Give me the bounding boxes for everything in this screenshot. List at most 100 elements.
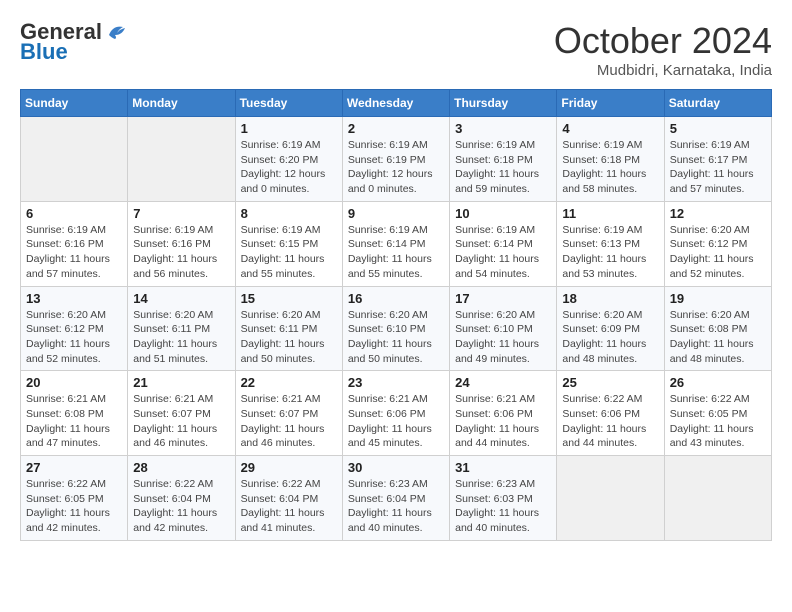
calendar-week-3: 13 Sunrise: 6:20 AM Sunset: 6:12 PM Dayli…	[21, 286, 772, 371]
day-number: 22	[241, 375, 337, 390]
calendar-cell: 12Sunrise: 6:20 AM Sunset: 6:12 PM Dayli…	[664, 201, 771, 286]
day-info: Sunrise: 6:20 AM Sunset: 6:11 PM Dayligh…	[241, 308, 337, 367]
calendar-cell: 21 Sunrise: 6:21 AM Sunset: 6:07 PM Dayli…	[128, 371, 235, 456]
day-info: Sunrise: 6:21 AM Sunset: 6:08 PM Dayligh…	[26, 392, 122, 451]
logo-bird-icon	[105, 21, 127, 43]
calendar-cell: 31Sunrise: 6:23 AM Sunset: 6:03 PM Dayli…	[450, 456, 557, 541]
day-number: 20	[26, 375, 122, 390]
day-number: 26	[670, 375, 766, 390]
day-number: 4	[562, 121, 658, 136]
page-header: General Blue October 2024 Mudbidri, Karn…	[20, 20, 772, 79]
day-info: Sunrise: 6:22 AM Sunset: 6:05 PM Dayligh…	[26, 477, 122, 536]
day-info: Sunrise: 6:19 AM Sunset: 6:16 PM Dayligh…	[26, 223, 122, 282]
day-info: Sunrise: 6:20 AM Sunset: 6:10 PM Dayligh…	[348, 308, 444, 367]
calendar-cell: 11Sunrise: 6:19 AM Sunset: 6:13 PM Dayli…	[557, 201, 664, 286]
day-number: 25	[562, 375, 658, 390]
calendar-cell: 10Sunrise: 6:19 AM Sunset: 6:14 PM Dayli…	[450, 201, 557, 286]
day-number: 29	[241, 460, 337, 475]
calendar-cell: 6 Sunrise: 6:19 AM Sunset: 6:16 PM Daylig…	[21, 201, 128, 286]
day-number: 2	[348, 121, 444, 136]
calendar-cell: 7 Sunrise: 6:19 AM Sunset: 6:16 PM Daylig…	[128, 201, 235, 286]
day-number: 8	[241, 206, 337, 221]
location: Mudbidri, Karnataka, India	[554, 62, 772, 79]
day-number: 18	[562, 291, 658, 306]
day-number: 7	[133, 206, 229, 221]
calendar-cell: 9 Sunrise: 6:19 AM Sunset: 6:14 PM Daylig…	[342, 201, 449, 286]
day-info: Sunrise: 6:19 AM Sunset: 6:19 PM Dayligh…	[348, 138, 444, 197]
calendar-cell: 14 Sunrise: 6:20 AM Sunset: 6:11 PM Dayli…	[128, 286, 235, 371]
day-info: Sunrise: 6:19 AM Sunset: 6:13 PM Dayligh…	[562, 223, 658, 282]
day-number: 14	[133, 291, 229, 306]
calendar-cell: 18 Sunrise: 6:20 AM Sunset: 6:09 PM Dayli…	[557, 286, 664, 371]
day-info: Sunrise: 6:19 AM Sunset: 6:16 PM Dayligh…	[133, 223, 229, 282]
month-title: October 2024	[554, 20, 772, 62]
calendar-cell: 8 Sunrise: 6:19 AM Sunset: 6:15 PM Daylig…	[235, 201, 342, 286]
day-number: 1	[241, 121, 337, 136]
day-info: Sunrise: 6:21 AM Sunset: 6:07 PM Dayligh…	[241, 392, 337, 451]
day-number: 23	[348, 375, 444, 390]
calendar-cell: 5 Sunrise: 6:19 AM Sunset: 6:17 PM Daylig…	[664, 117, 771, 202]
logo-blue: Blue	[20, 40, 68, 64]
calendar-cell: 13 Sunrise: 6:20 AM Sunset: 6:12 PM Dayli…	[21, 286, 128, 371]
calendar-cell: 15 Sunrise: 6:20 AM Sunset: 6:11 PM Dayli…	[235, 286, 342, 371]
calendar-cell: 20 Sunrise: 6:21 AM Sunset: 6:08 PM Dayli…	[21, 371, 128, 456]
day-info: Sunrise: 6:20 AM Sunset: 6:12 PM Dayligh…	[26, 308, 122, 367]
day-info: Sunrise: 6:21 AM Sunset: 6:07 PM Dayligh…	[133, 392, 229, 451]
day-number: 30	[348, 460, 444, 475]
calendar-cell: 24 Sunrise: 6:21 AM Sunset: 6:06 PM Dayli…	[450, 371, 557, 456]
calendar-cell	[128, 117, 235, 202]
day-number: 10	[455, 206, 551, 221]
day-info: Sunrise: 6:19 AM Sunset: 6:18 PM Dayligh…	[562, 138, 658, 197]
calendar-cell: 29 Sunrise: 6:22 AM Sunset: 6:04 PM Dayli…	[235, 456, 342, 541]
weekday-header-sunday: Sunday	[21, 90, 128, 117]
weekday-header-monday: Monday	[128, 90, 235, 117]
calendar-cell	[664, 456, 771, 541]
day-info: Sunrise: 6:19 AM Sunset: 6:17 PM Dayligh…	[670, 138, 766, 197]
day-info: Sunrise: 6:19 AM Sunset: 6:14 PM Dayligh…	[348, 223, 444, 282]
logo: General Blue	[20, 20, 127, 64]
weekday-header-friday: Friday	[557, 90, 664, 117]
day-info: Sunrise: 6:20 AM Sunset: 6:08 PM Dayligh…	[670, 308, 766, 367]
day-number: 13	[26, 291, 122, 306]
day-info: Sunrise: 6:22 AM Sunset: 6:04 PM Dayligh…	[241, 477, 337, 536]
calendar-cell: 3 Sunrise: 6:19 AM Sunset: 6:18 PM Daylig…	[450, 117, 557, 202]
day-number: 19	[670, 291, 766, 306]
day-number: 6	[26, 206, 122, 221]
calendar-week-5: 27 Sunrise: 6:22 AM Sunset: 6:05 PM Dayli…	[21, 456, 772, 541]
weekday-header-thursday: Thursday	[450, 90, 557, 117]
day-info: Sunrise: 6:22 AM Sunset: 6:06 PM Dayligh…	[562, 392, 658, 451]
weekday-header-tuesday: Tuesday	[235, 90, 342, 117]
day-info: Sunrise: 6:19 AM Sunset: 6:15 PM Dayligh…	[241, 223, 337, 282]
calendar-cell: 23 Sunrise: 6:21 AM Sunset: 6:06 PM Dayli…	[342, 371, 449, 456]
day-info: Sunrise: 6:19 AM Sunset: 6:18 PM Dayligh…	[455, 138, 551, 197]
calendar-cell: 4 Sunrise: 6:19 AM Sunset: 6:18 PM Daylig…	[557, 117, 664, 202]
day-number: 28	[133, 460, 229, 475]
day-number: 3	[455, 121, 551, 136]
day-info: Sunrise: 6:20 AM Sunset: 6:10 PM Dayligh…	[455, 308, 551, 367]
day-number: 5	[670, 121, 766, 136]
day-number: 12	[670, 206, 766, 221]
calendar-cell: 25 Sunrise: 6:22 AM Sunset: 6:06 PM Dayli…	[557, 371, 664, 456]
day-number: 21	[133, 375, 229, 390]
calendar-cell: 16 Sunrise: 6:20 AM Sunset: 6:10 PM Dayli…	[342, 286, 449, 371]
day-info: Sunrise: 6:19 AM Sunset: 6:20 PM Dayligh…	[241, 138, 337, 197]
calendar-cell: 2 Sunrise: 6:19 AM Sunset: 6:19 PM Daylig…	[342, 117, 449, 202]
day-info: Sunrise: 6:21 AM Sunset: 6:06 PM Dayligh…	[348, 392, 444, 451]
day-number: 15	[241, 291, 337, 306]
day-info: Sunrise: 6:23 AM Sunset: 6:04 PM Dayligh…	[348, 477, 444, 536]
calendar-table: SundayMondayTuesdayWednesdayThursdayFrid…	[20, 89, 772, 541]
day-info: Sunrise: 6:20 AM Sunset: 6:09 PM Dayligh…	[562, 308, 658, 367]
calendar-cell: 28Sunrise: 6:22 AM Sunset: 6:04 PM Dayli…	[128, 456, 235, 541]
day-number: 9	[348, 206, 444, 221]
day-number: 24	[455, 375, 551, 390]
day-info: Sunrise: 6:21 AM Sunset: 6:06 PM Dayligh…	[455, 392, 551, 451]
calendar-cell	[557, 456, 664, 541]
day-info: Sunrise: 6:22 AM Sunset: 6:05 PM Dayligh…	[670, 392, 766, 451]
weekday-header-wednesday: Wednesday	[342, 90, 449, 117]
day-number: 31	[455, 460, 551, 475]
day-number: 27	[26, 460, 122, 475]
calendar-week-2: 6 Sunrise: 6:19 AM Sunset: 6:16 PM Daylig…	[21, 201, 772, 286]
day-number: 17	[455, 291, 551, 306]
day-number: 16	[348, 291, 444, 306]
day-info: Sunrise: 6:20 AM Sunset: 6:11 PM Dayligh…	[133, 308, 229, 367]
